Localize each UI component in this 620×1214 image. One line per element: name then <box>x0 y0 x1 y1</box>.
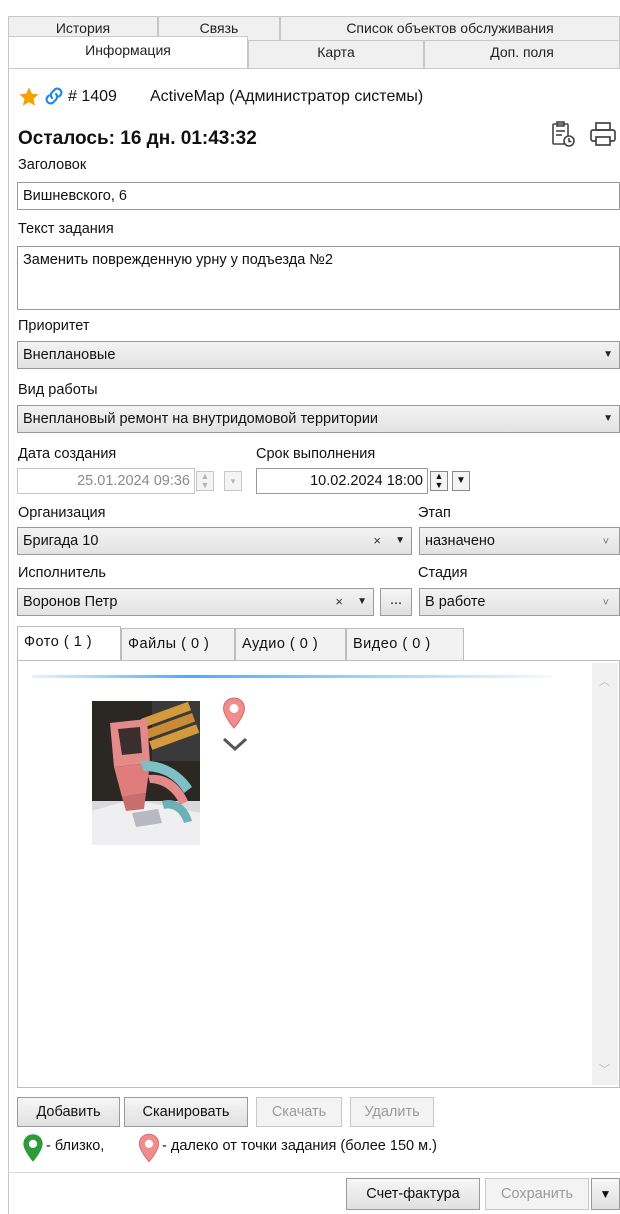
invoice-button[interactable]: Счет-фактура <box>346 1178 480 1210</box>
deadline-date-field[interactable]: 10.02.2024 18:00 <box>256 468 428 494</box>
download-button: Скачать <box>256 1097 342 1127</box>
add-button[interactable]: Добавить <box>17 1097 120 1127</box>
pin-near-icon <box>22 1133 44 1163</box>
caret-down-icon: ▼ <box>603 413 613 424</box>
tab-audio[interactable]: Аудио ( 0 ) <box>235 628 346 660</box>
org-value: Бригада 10 <box>23 533 99 549</box>
footer-divider <box>8 1172 620 1173</box>
photo-panel: ︿ ﹀ <box>17 660 620 1088</box>
priority-select[interactable]: Внеплановые ▼ <box>17 341 620 369</box>
stage-select[interactable]: назначено ˅ <box>419 527 620 555</box>
save-button: Сохранить <box>485 1178 589 1210</box>
task-text-label: Текст задания <box>18 221 114 237</box>
chevron-down-icon: ˅ <box>602 536 609 548</box>
pin-far-icon <box>138 1133 160 1163</box>
org-select[interactable]: Бригада 10 × ▼ <box>17 527 412 555</box>
stage-label: Этап <box>418 505 451 521</box>
scrollbar[interactable]: ︿ ﹀ <box>592 663 618 1085</box>
remaining-time: Осталось: 16 дн. 01:43:32 <box>18 128 257 149</box>
pin-far-icon <box>222 697 246 729</box>
worktype-select[interactable]: Внеплановый ремонт на внутридомовой терр… <box>17 405 620 433</box>
deadline-dropdown[interactable]: ▼ <box>452 471 470 491</box>
tab-extra-fields[interactable]: Доп. поля <box>424 40 620 68</box>
tab-files[interactable]: Файлы ( 0 ) <box>121 628 235 660</box>
title-label: Заголовок <box>18 157 87 173</box>
task-text-area[interactable]: Заменить поврежденную урну у подъезда №2 <box>17 246 620 310</box>
star-icon[interactable] <box>18 86 40 108</box>
caret-down-icon: ▼ <box>603 349 613 360</box>
scroll-up-icon[interactable]: ︿ <box>599 673 610 689</box>
tab-service-objects[interactable]: Список объектов обслуживания <box>280 16 620 40</box>
scroll-down-icon[interactable]: ﹀ <box>599 1061 610 1077</box>
worktype-value: Внеплановый ремонт на внутридомовой терр… <box>23 411 379 427</box>
link-icon[interactable] <box>42 84 66 108</box>
delete-button: Удалить <box>350 1097 434 1127</box>
executor-select[interactable]: Воронов Петр × ▼ <box>17 588 374 616</box>
created-dropdown: ▾ <box>224 471 242 491</box>
title-input[interactable]: Вишневского, 6 <box>17 182 620 210</box>
created-date-field: 25.01.2024 09:36 <box>17 468 195 494</box>
photo-thumbnail[interactable] <box>92 701 200 845</box>
clipboard-clock-icon[interactable] <box>550 120 576 148</box>
status-value: В работе <box>425 594 486 610</box>
priority-value: Внеплановые <box>23 347 116 363</box>
caret-down-icon: ▼ <box>395 535 405 546</box>
executor-value: Воронов Петр <box>23 594 118 610</box>
priority-label: Приоритет <box>18 318 90 334</box>
deadline-label: Срок выполнения <box>256 446 376 462</box>
tab-photo[interactable]: Фото ( 1 ) <box>17 626 121 660</box>
legend-far-text: - далеко от точки задания (более 150 м.) <box>162 1138 437 1154</box>
clear-icon[interactable]: × <box>335 589 343 615</box>
created-label: Дата создания <box>18 446 117 462</box>
tab-map[interactable]: Карта <box>248 40 424 68</box>
loading-bar <box>32 675 552 678</box>
task-number: # 1409 <box>68 88 117 105</box>
task-title-header: ActiveMap (Администратор системы) <box>150 88 424 105</box>
tab-video[interactable]: Видео ( 0 ) <box>346 628 464 660</box>
second-tabs-row: Информация Карта Доп. поля <box>8 36 620 68</box>
created-spin: ▲ ▼ <box>196 471 214 491</box>
clear-icon[interactable]: × <box>373 528 381 554</box>
status-label: Стадия <box>418 565 468 581</box>
save-options-button[interactable]: ▼ <box>591 1178 620 1210</box>
worktype-label: Вид работы <box>18 382 98 398</box>
caret-down-icon: ▼ <box>599 1187 612 1201</box>
legend-near-text: - близко, <box>46 1138 105 1154</box>
panel-left-border <box>8 68 9 1214</box>
executor-browse-button[interactable]: ... <box>380 588 412 616</box>
scan-button[interactable]: Сканировать <box>124 1097 248 1127</box>
status-select[interactable]: В работе ˅ <box>419 588 620 616</box>
tab-information[interactable]: Информация <box>8 36 248 68</box>
printer-icon[interactable] <box>588 120 618 148</box>
tab-divider <box>8 68 620 69</box>
stage-value: назначено <box>425 533 496 549</box>
executor-label: Исполнитель <box>18 565 106 581</box>
deadline-spin[interactable]: ▲ ▼ <box>430 471 448 491</box>
caret-down-icon: ▼ <box>357 596 367 607</box>
chevron-down-icon: ˅ <box>602 597 609 609</box>
check-icon <box>222 735 248 753</box>
org-label: Организация <box>18 505 106 521</box>
